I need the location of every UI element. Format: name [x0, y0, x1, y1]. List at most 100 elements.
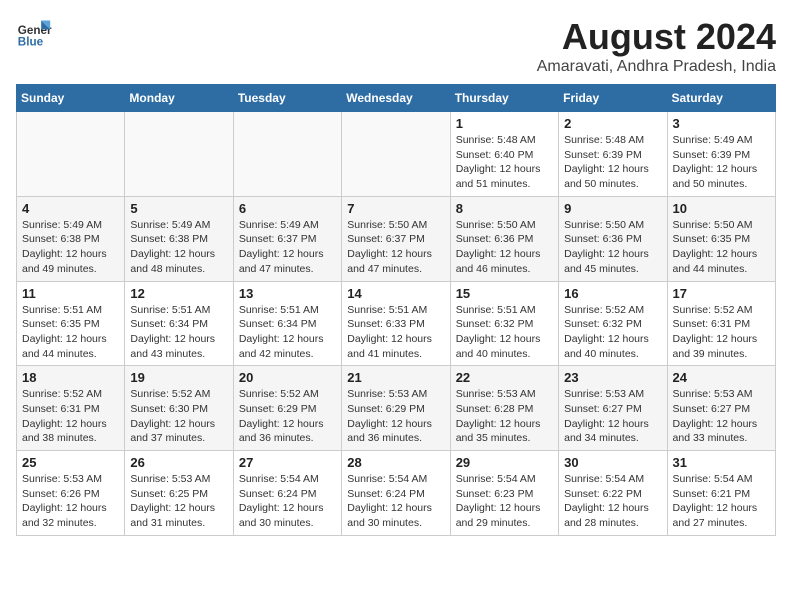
day-info: Sunrise: 5:54 AM Sunset: 6:24 PM Dayligh… [347, 472, 444, 531]
day-info: Sunrise: 5:54 AM Sunset: 6:23 PM Dayligh… [456, 472, 553, 531]
calendar-cell: 15 Sunrise: 5:51 AM Sunset: 6:32 PM Dayli… [450, 281, 558, 366]
weekday-header-sunday: Sunday [17, 85, 125, 112]
weekday-header-tuesday: Tuesday [233, 85, 341, 112]
calendar-cell: 13Sunrise: 5:51 AM Sunset: 6:34 PM Dayli… [233, 281, 341, 366]
weekday-header-thursday: Thursday [450, 85, 558, 112]
day-number: 9 [564, 201, 661, 216]
day-number: 31 [673, 455, 770, 470]
calendar-cell: 29 Sunrise: 5:54 AM Sunset: 6:23 PM Dayli… [450, 451, 558, 536]
calendar-cell: 28 Sunrise: 5:54 AM Sunset: 6:24 PM Dayli… [342, 451, 450, 536]
day-info: Sunrise: 5:53 AM Sunset: 6:27 PM Dayligh… [673, 387, 770, 446]
calendar-cell [342, 112, 450, 197]
day-number: 10 [673, 201, 770, 216]
calendar-cell: 9 Sunrise: 5:50 AM Sunset: 6:36 PM Daylig… [559, 196, 667, 281]
day-number: 26 [130, 455, 227, 470]
day-info: Sunrise: 5:54 AM Sunset: 6:22 PM Dayligh… [564, 472, 661, 531]
calendar-cell: 18 Sunrise: 5:52 AM Sunset: 6:31 PM Dayli… [17, 366, 125, 451]
day-info: Sunrise: 5:53 AM Sunset: 6:27 PM Dayligh… [564, 387, 661, 446]
calendar-cell: 11 Sunrise: 5:51 AM Sunset: 6:35 PM Dayli… [17, 281, 125, 366]
day-info: Sunrise: 5:53 AM Sunset: 6:28 PM Dayligh… [456, 387, 553, 446]
day-number: 25 [22, 455, 119, 470]
calendar-cell: 3 Sunrise: 5:49 AM Sunset: 6:39 PM Daylig… [667, 112, 775, 197]
day-info: Sunrise: 5:49 AM Sunset: 6:38 PM Dayligh… [130, 218, 227, 277]
day-info: Sunrise: 5:52 AM Sunset: 6:31 PM Dayligh… [673, 303, 770, 362]
day-number: 3 [673, 116, 770, 131]
day-number: 2 [564, 116, 661, 131]
calendar-week-4: 18 Sunrise: 5:52 AM Sunset: 6:31 PM Dayli… [17, 366, 776, 451]
day-info: Sunrise: 5:52 AM Sunset: 6:29 PM Dayligh… [239, 387, 336, 446]
weekday-header-wednesday: Wednesday [342, 85, 450, 112]
logo: General Blue [16, 16, 52, 52]
day-info: Sunrise: 5:49 AM Sunset: 6:39 PM Dayligh… [673, 133, 770, 192]
day-number: 4 [22, 201, 119, 216]
weekday-header-friday: Friday [559, 85, 667, 112]
day-info: Sunrise: 5:51 AM Sunset: 6:35 PM Dayligh… [22, 303, 119, 362]
page-title: August 2024 [537, 16, 776, 58]
page-subtitle: Amaravati, Andhra Pradesh, India [537, 58, 776, 76]
day-number: 22 [456, 370, 553, 385]
calendar-cell: 16Sunrise: 5:52 AM Sunset: 6:32 PM Dayli… [559, 281, 667, 366]
day-number: 24 [673, 370, 770, 385]
day-number: 15 [456, 286, 553, 301]
logo-icon: General Blue [16, 16, 52, 52]
day-info: Sunrise: 5:49 AM Sunset: 6:37 PM Dayligh… [239, 218, 336, 277]
day-number: 28 [347, 455, 444, 470]
day-number: 13 [239, 286, 336, 301]
calendar-cell: 8 Sunrise: 5:50 AM Sunset: 6:36 PM Daylig… [450, 196, 558, 281]
calendar-cell: 19 Sunrise: 5:52 AM Sunset: 6:30 PM Dayli… [125, 366, 233, 451]
calendar-cell: 6 Sunrise: 5:49 AM Sunset: 6:37 PM Daylig… [233, 196, 341, 281]
day-number: 12 [130, 286, 227, 301]
calendar-cell: 31Sunrise: 5:54 AM Sunset: 6:21 PM Dayli… [667, 451, 775, 536]
calendar-cell: 30 Sunrise: 5:54 AM Sunset: 6:22 PM Dayli… [559, 451, 667, 536]
calendar-cell: 7Sunrise: 5:50 AM Sunset: 6:37 PM Daylig… [342, 196, 450, 281]
calendar-week-5: 25 Sunrise: 5:53 AM Sunset: 6:26 PM Dayli… [17, 451, 776, 536]
day-number: 8 [456, 201, 553, 216]
day-number: 27 [239, 455, 336, 470]
calendar-cell: 5 Sunrise: 5:49 AM Sunset: 6:38 PM Daylig… [125, 196, 233, 281]
day-info: Sunrise: 5:50 AM Sunset: 6:36 PM Dayligh… [456, 218, 553, 277]
day-number: 21 [347, 370, 444, 385]
day-number: 20 [239, 370, 336, 385]
day-number: 23 [564, 370, 661, 385]
day-number: 14 [347, 286, 444, 301]
day-info: Sunrise: 5:48 AM Sunset: 6:40 PM Dayligh… [456, 133, 553, 192]
day-number: 18 [22, 370, 119, 385]
day-number: 5 [130, 201, 227, 216]
calendar-cell: 27 Sunrise: 5:54 AM Sunset: 6:24 PM Dayli… [233, 451, 341, 536]
day-number: 11 [22, 286, 119, 301]
weekday-header-saturday: Saturday [667, 85, 775, 112]
day-number: 7 [347, 201, 444, 216]
calendar-cell: 24 Sunrise: 5:53 AM Sunset: 6:27 PM Dayli… [667, 366, 775, 451]
calendar-cell: 4 Sunrise: 5:49 AM Sunset: 6:38 PM Daylig… [17, 196, 125, 281]
day-info: Sunrise: 5:53 AM Sunset: 6:25 PM Dayligh… [130, 472, 227, 531]
svg-text:Blue: Blue [18, 36, 44, 49]
calendar-cell: 23 Sunrise: 5:53 AM Sunset: 6:27 PM Dayli… [559, 366, 667, 451]
day-number: 19 [130, 370, 227, 385]
weekday-header-monday: Monday [125, 85, 233, 112]
day-info: Sunrise: 5:52 AM Sunset: 6:30 PM Dayligh… [130, 387, 227, 446]
title-block: August 2024 Amaravati, Andhra Pradesh, I… [537, 16, 776, 76]
calendar-week-3: 11 Sunrise: 5:51 AM Sunset: 6:35 PM Dayli… [17, 281, 776, 366]
day-info: Sunrise: 5:53 AM Sunset: 6:29 PM Dayligh… [347, 387, 444, 446]
day-info: Sunrise: 5:50 AM Sunset: 6:36 PM Dayligh… [564, 218, 661, 277]
calendar-cell: 10Sunrise: 5:50 AM Sunset: 6:35 PM Dayli… [667, 196, 775, 281]
calendar-table: SundayMondayTuesdayWednesdayThursdayFrid… [16, 84, 776, 536]
day-info: Sunrise: 5:49 AM Sunset: 6:38 PM Dayligh… [22, 218, 119, 277]
calendar-cell: 26 Sunrise: 5:53 AM Sunset: 6:25 PM Dayli… [125, 451, 233, 536]
day-info: Sunrise: 5:52 AM Sunset: 6:31 PM Dayligh… [22, 387, 119, 446]
day-info: Sunrise: 5:51 AM Sunset: 6:32 PM Dayligh… [456, 303, 553, 362]
day-info: Sunrise: 5:51 AM Sunset: 6:33 PM Dayligh… [347, 303, 444, 362]
calendar-week-1: 1Sunrise: 5:48 AM Sunset: 6:40 PM Daylig… [17, 112, 776, 197]
day-number: 29 [456, 455, 553, 470]
calendar-cell: 1Sunrise: 5:48 AM Sunset: 6:40 PM Daylig… [450, 112, 558, 197]
day-number: 16 [564, 286, 661, 301]
header: General Blue August 2024 Amaravati, Andh… [16, 16, 776, 76]
day-number: 6 [239, 201, 336, 216]
calendar-cell: 22 Sunrise: 5:53 AM Sunset: 6:28 PM Dayli… [450, 366, 558, 451]
day-info: Sunrise: 5:48 AM Sunset: 6:39 PM Dayligh… [564, 133, 661, 192]
calendar-cell [233, 112, 341, 197]
day-info: Sunrise: 5:54 AM Sunset: 6:24 PM Dayligh… [239, 472, 336, 531]
day-info: Sunrise: 5:53 AM Sunset: 6:26 PM Dayligh… [22, 472, 119, 531]
day-number: 30 [564, 455, 661, 470]
day-number: 17 [673, 286, 770, 301]
